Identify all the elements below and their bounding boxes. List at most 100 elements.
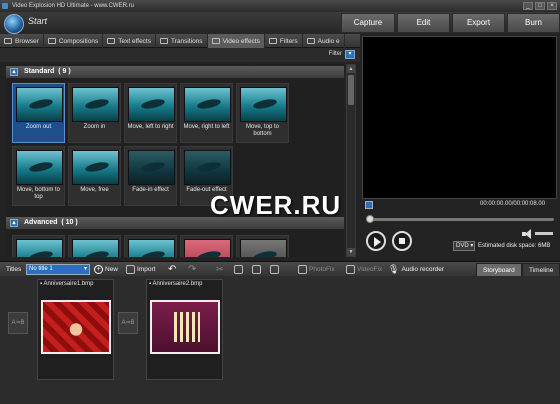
timeline-toolbar: Titles No title 1 +New Import ↶ ↷ ✂ Phot… xyxy=(0,261,560,277)
effect-item[interactable]: Zoom out xyxy=(12,83,65,143)
seek-bar[interactable] xyxy=(367,218,554,221)
audio-recorder-button[interactable]: 🎙 Audio recorder xyxy=(388,264,444,275)
filter-dropdown-button[interactable]: ▾ xyxy=(345,50,355,59)
tab-browser[interactable]: Browser xyxy=(0,34,44,48)
timecode: 00:00:00.00/00:00:08.00 xyxy=(480,201,546,207)
header: Start Capture Edit Export Burn xyxy=(0,12,560,34)
titles-label: Titles xyxy=(6,266,22,273)
cut-button[interactable]: ✂ xyxy=(216,264,224,275)
app-icon xyxy=(2,3,8,9)
scroll-up-icon[interactable]: ▲ xyxy=(347,65,355,73)
effect-thumbnail xyxy=(128,87,175,122)
collapse-icon[interactable]: ▴ xyxy=(10,219,18,227)
effect-thumbnail xyxy=(240,239,287,257)
video-effects-icon xyxy=(211,38,220,44)
capture-button[interactable]: Capture xyxy=(341,13,395,33)
effect-thumbnail xyxy=(240,87,287,122)
seek-handle[interactable] xyxy=(366,215,374,223)
paste-icon xyxy=(252,265,261,274)
fullscreen-icon[interactable] xyxy=(365,201,373,209)
effect-thumbnail xyxy=(128,239,175,257)
top-navigation: Capture Edit Export Burn xyxy=(339,13,560,33)
stop-button[interactable] xyxy=(392,231,412,251)
burn-button[interactable]: Burn xyxy=(507,13,560,33)
effect-item[interactable]: Move, right to left xyxy=(180,83,233,143)
filter-label: Filter xyxy=(328,51,342,57)
photofix-button[interactable]: PhotoFix xyxy=(298,264,335,275)
filter-row: Filter ▾ xyxy=(0,48,360,62)
scroll-thumb[interactable] xyxy=(348,75,354,105)
tab-transitions[interactable]: Transitions xyxy=(156,34,208,48)
tab-timeline[interactable]: Timeline xyxy=(522,263,560,277)
scroll-down-icon[interactable]: ▼ xyxy=(347,248,355,256)
effect-thumbnail xyxy=(16,239,63,257)
minimize-button[interactable]: _ xyxy=(523,2,533,10)
speaker-icon[interactable] xyxy=(522,229,532,239)
tab-audio-effects[interactable]: Audio e xyxy=(303,34,345,48)
text-effects-icon xyxy=(107,38,116,44)
import-button[interactable]: Import xyxy=(126,264,155,275)
start-orb-button[interactable] xyxy=(4,14,24,34)
paste-button[interactable] xyxy=(252,264,261,275)
group-header-standard[interactable]: ▴ Standard ( 9 ) xyxy=(6,66,344,78)
effect-item[interactable] xyxy=(12,235,65,257)
effects-scrollbar[interactable]: ▲ ▼ xyxy=(346,64,356,257)
watermark-text: CWER.RU xyxy=(210,190,342,220)
tab-text-effects[interactable]: Text effects xyxy=(103,34,156,48)
effect-item[interactable]: Fade-in effect xyxy=(124,146,177,206)
app-window: Video Explosion HD Ultimate - www.CWER.r… xyxy=(0,0,560,404)
effect-item[interactable] xyxy=(124,235,177,257)
copy-icon xyxy=(234,265,243,274)
edit-button[interactable]: Edit xyxy=(397,13,450,33)
redo-icon: ↷ xyxy=(188,264,197,275)
photofix-icon xyxy=(298,265,307,274)
clip-thumbnail xyxy=(41,300,111,354)
trash-icon xyxy=(270,265,279,274)
delete-button[interactable] xyxy=(270,264,279,275)
start-label: Start xyxy=(28,16,48,26)
transition-slot[interactable]: A⇒B xyxy=(118,312,138,334)
close-button[interactable]: × xyxy=(547,2,557,10)
effect-thumbnail xyxy=(184,150,231,185)
clip-name: ▪ Anniversaire1.bmp xyxy=(40,281,94,287)
effect-item[interactable]: Zoom in xyxy=(68,83,121,143)
effect-item[interactable]: Move, top to bottom xyxy=(236,83,289,143)
clip-name: ▪ Anniversaire2.bmp xyxy=(149,281,203,287)
storyboard-clip[interactable]: ▪ Anniversaire1.bmp xyxy=(37,279,114,380)
tab-compositions[interactable]: Compositions xyxy=(44,34,104,48)
play-button[interactable] xyxy=(366,231,386,251)
plus-icon: + xyxy=(94,265,103,274)
tab-video-effects[interactable]: Video effects xyxy=(207,34,265,48)
undo-button[interactable]: ↶ xyxy=(168,264,176,275)
output-format-select[interactable]: DVD ▾ xyxy=(453,241,475,251)
effect-thumbnail xyxy=(16,150,63,185)
effect-item[interactable]: Move, left to right xyxy=(124,83,177,143)
redo-button[interactable]: ↷ xyxy=(188,264,196,275)
copy-button[interactable] xyxy=(234,264,243,275)
undo-icon: ↶ xyxy=(168,264,177,275)
effect-item[interactable] xyxy=(68,235,121,257)
effect-item[interactable] xyxy=(236,235,289,257)
volume-slider[interactable] xyxy=(535,232,553,235)
export-button[interactable]: Export xyxy=(452,13,505,33)
storyboard-clip[interactable]: ▪ Anniversaire2.bmp xyxy=(146,279,223,380)
effect-thumbnail xyxy=(128,150,175,185)
effects-panel: ▴ Standard ( 9 ) Zoom out Zoom in Move, … xyxy=(6,64,344,257)
titles-select[interactable]: No title 1 xyxy=(26,264,90,275)
effect-item[interactable]: Move, free xyxy=(68,146,121,206)
collapse-icon[interactable]: ▴ xyxy=(10,68,18,76)
effect-thumbnail xyxy=(184,87,231,122)
effect-item[interactable] xyxy=(180,235,233,257)
import-icon xyxy=(126,265,135,274)
transition-slot[interactable]: A⇒B xyxy=(8,312,28,334)
effect-thumbnail xyxy=(16,87,63,122)
effect-item[interactable]: Move, bottom to top xyxy=(12,146,65,206)
maximize-button[interactable]: □ xyxy=(535,2,545,10)
new-button[interactable]: + New xyxy=(94,264,118,275)
window-title: Video Explosion HD Ultimate - www.CWER.r… xyxy=(12,3,134,9)
effect-thumbnail xyxy=(72,87,119,122)
videofix-icon xyxy=(346,265,355,274)
tab-storyboard[interactable]: Storyboard xyxy=(476,263,522,277)
videofix-button[interactable]: VideoFix xyxy=(346,264,382,275)
tab-filters[interactable]: Filters xyxy=(265,34,303,48)
